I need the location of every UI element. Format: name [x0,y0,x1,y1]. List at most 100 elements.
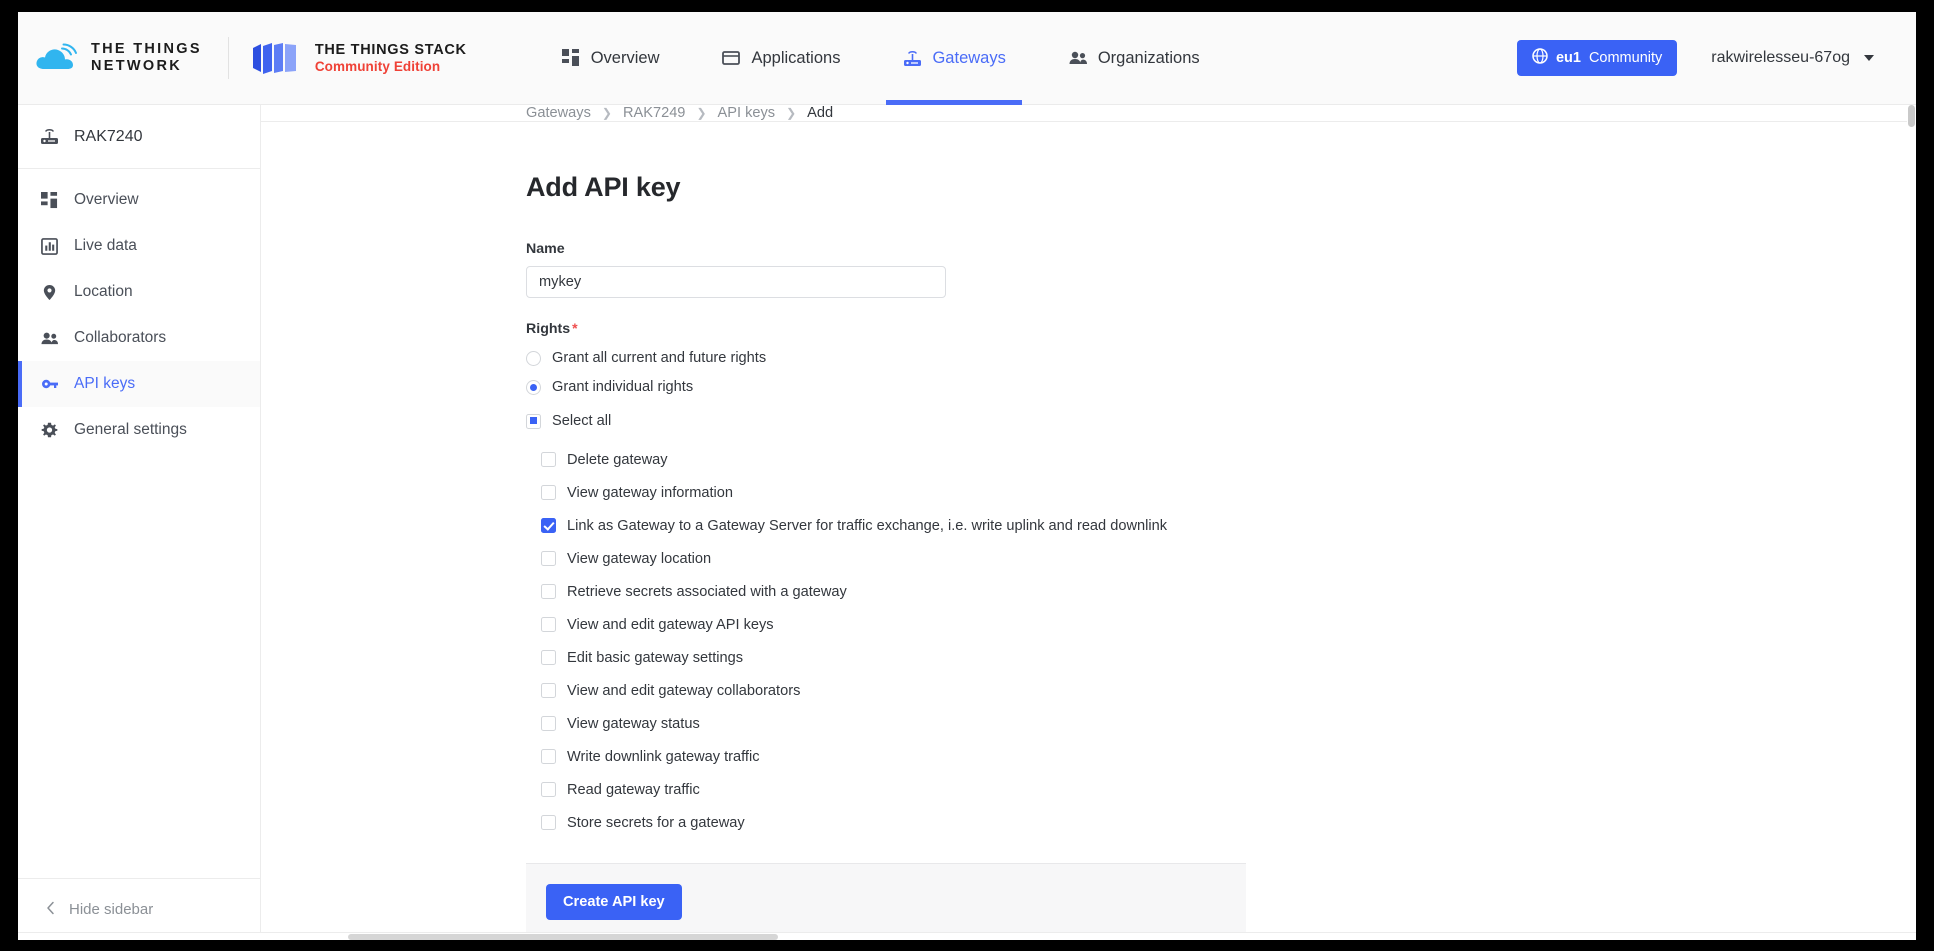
breadcrumb-item-api-keys[interactable]: API keys [718,105,776,121]
checkbox-checked-icon [541,518,556,533]
people-icon [1068,48,1088,68]
required-marker: * [572,320,578,336]
sidebar-item-general-settings[interactable]: General settings [18,407,260,453]
permission-row[interactable]: View gateway status [541,707,1246,740]
permission-row[interactable]: Link as Gateway to a Gateway Server for … [541,509,1246,542]
checkbox-icon [541,716,556,731]
cluster-badge[interactable]: eu1 Community [1516,40,1678,76]
breadcrumb: Gateways ❯ RAK7249 ❯ API keys ❯ Add [261,105,1916,122]
radio-grant-all[interactable]: Grant all current and future rights [526,350,1246,366]
permission-label: View gateway status [567,715,700,732]
sidebar-label-overview: Overview [74,191,139,208]
horizontal-scrollbar-thumb[interactable] [348,934,778,940]
permission-label: View gateway information [567,484,734,501]
permission-label: View gateway location [567,550,712,567]
sidebar-item-api-keys[interactable]: API keys [18,361,260,407]
sidebar-item-collaborators[interactable]: Collaborators [18,315,260,361]
checkbox-select-all[interactable]: Select all [526,413,1246,429]
sidebar-label-api-keys: API keys [74,375,136,392]
nav-item-organizations[interactable]: Organizations [1052,12,1216,105]
name-input[interactable] [526,266,946,298]
vertical-scrollbar[interactable] [1907,105,1916,940]
sidebar-entity-label: RAK7240 [74,127,143,145]
permission-row[interactable]: Read gateway traffic [541,773,1246,806]
breadcrumb-separator: ❯ [696,106,707,120]
ttn-logo[interactable]: THE THINGS NETWORK [34,41,202,75]
sidebar-entity-rak7240[interactable]: RAK7240 [18,105,260,169]
permission-row[interactable]: Store secrets for a gateway [541,806,1246,839]
app-window: THE THINGS NETWORK THE THINGS STACK Comm… [18,12,1916,940]
nav-item-applications[interactable]: Applications [705,12,856,105]
nav-item-overview[interactable]: Overview [545,12,676,105]
sidebar-item-live-data[interactable]: Live data [18,223,260,269]
gear-icon [40,421,59,440]
top-header: THE THINGS NETWORK THE THINGS STACK Comm… [18,12,1916,105]
stack-books-icon [251,41,303,75]
stack-line-2: Community Edition [314,58,441,74]
sidebar-item-overview[interactable]: Overview [18,177,260,223]
nav-label-applications: Applications [751,48,841,67]
permission-row[interactable]: View gateway information [541,476,1246,509]
checkbox-icon [541,815,556,830]
breadcrumb-separator: ❯ [601,106,612,120]
permission-row[interactable]: Delete gateway [541,443,1246,476]
page-body: Add API key Name Rights* Grant all curre… [261,122,1916,940]
permission-label: View and edit gateway collaborators [567,682,801,699]
sidebar-nav-list: Overview Live data Location Collaborator… [18,169,260,878]
ttn-line-2: NETWORK [91,58,183,74]
add-api-key-form: Name Rights* Grant all current and futur… [526,241,1246,940]
rights-label-text: Rights [526,321,571,337]
sidebar-item-location[interactable]: Location [18,269,260,315]
breadcrumb-item-rak7249[interactable]: RAK7249 [623,105,685,121]
permission-label: Read gateway traffic [567,781,700,798]
breadcrumb-item-add: Add [807,105,834,121]
cluster-label: Community [1588,50,1663,66]
permission-row[interactable]: Write downlink gateway traffic [541,740,1246,773]
permission-row[interactable]: Retrieve secrets associated with a gatew… [541,575,1246,608]
main-nav: Overview Applications Gateways Organizat… [545,12,1246,105]
sidebar-label-location: Location [74,283,133,300]
permission-row[interactable]: Edit basic gateway settings [541,641,1246,674]
checkbox-icon [541,485,556,500]
permission-label: Store secrets for a gateway [567,814,745,831]
horizontal-scrollbar[interactable] [18,932,1916,940]
breadcrumb-item-gateways[interactable]: Gateways [526,105,591,121]
checkbox-indeterminate-icon [526,413,541,429]
chart-icon [40,237,59,256]
permission-label: Retrieve secrets associated with a gatew… [567,583,847,600]
sidebar-label-general-settings: General settings [74,421,187,438]
app-body: RAK7240 Overview Live data Location Coll… [18,105,1916,940]
rights-group: Rights * Grant all current and future rig… [526,320,1246,839]
gateway-icon [40,127,59,146]
cloud-icon [34,43,80,73]
permission-row[interactable]: View and edit gateway collaborators [541,674,1246,707]
window-icon [721,48,741,68]
key-icon [40,375,59,394]
hide-sidebar-label: Hide sidebar [69,901,154,918]
pin-icon [40,283,59,302]
user-menu[interactable]: rakwirelesseu-67og [1711,49,1874,67]
checkbox-icon [541,749,556,764]
radio-grant-individual[interactable]: Grant individual rights [526,379,1246,395]
radio-grant-individual-label: Grant individual rights [552,379,694,395]
vertical-scrollbar-thumb[interactable] [1908,105,1915,127]
sidebar: RAK7240 Overview Live data Location Coll… [18,105,261,940]
things-stack-logo[interactable]: THE THINGS STACK Community Edition [251,41,467,76]
hide-sidebar-button[interactable]: Hide sidebar [18,878,260,940]
rights-label: Rights * [526,320,1246,337]
permission-row[interactable]: View and edit gateway API keys [541,608,1246,641]
cluster-code: eu1 [1555,50,1581,66]
grid-icon [40,191,59,210]
checkbox-icon [541,782,556,797]
name-field-label: Name [526,241,565,257]
stack-wordmark: THE THINGS STACK Community Edition [315,41,467,76]
select-all-label: Select all [552,413,612,429]
checkbox-icon [541,551,556,566]
nav-label-organizations: Organizations [1097,48,1200,67]
nav-item-gateways[interactable]: Gateways [886,12,1023,105]
people-icon [40,329,59,348]
permission-row[interactable]: View gateway location [541,542,1246,575]
header-right-group: eu1 Community rakwirelesseu-67og [1516,40,1874,76]
form-footer: Create API key [526,863,1246,940]
create-api-key-button[interactable]: Create API key [546,884,682,920]
